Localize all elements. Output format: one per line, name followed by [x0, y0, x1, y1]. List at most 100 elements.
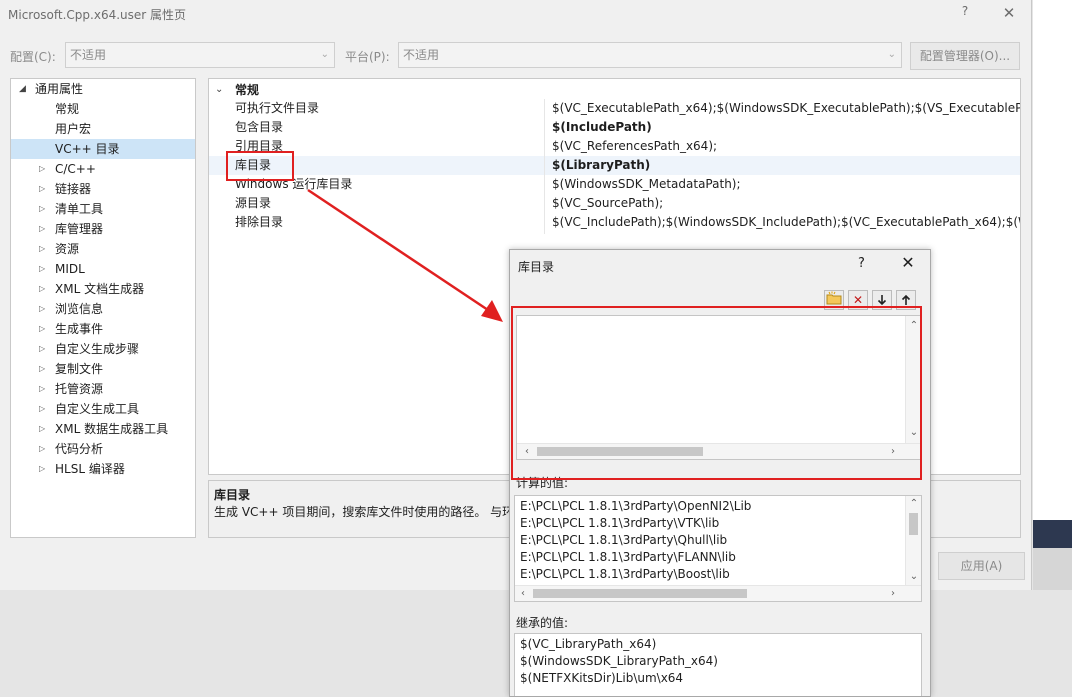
tree-item-label: 生成事件 [55, 322, 104, 336]
grid-column-divider[interactable] [544, 99, 545, 234]
expand-triangle-icon[interactable]: ▷ [39, 319, 45, 339]
tree-item[interactable]: ▷ 复制文件 [11, 359, 195, 379]
tree-item-label: 复制文件 [55, 362, 104, 376]
close-button[interactable]: ✕ [998, 3, 1020, 25]
platform-label: 平台(P): [345, 50, 390, 64]
tree-item[interactable]: 常规 [11, 99, 195, 119]
grid-row-value[interactable]: $(LibraryPath) [552, 156, 1020, 175]
inherited-values-label: 继承的值: [516, 616, 569, 630]
expand-triangle-icon[interactable]: ▷ [39, 419, 45, 439]
scrollbar-thumb[interactable] [909, 513, 918, 535]
tree-item[interactable]: ▷ XML 文档生成器 [11, 279, 195, 299]
tree-item[interactable]: ▷ 托管资源 [11, 379, 195, 399]
help-button[interactable]: ? [958, 4, 972, 22]
apply-button[interactable]: 应用(A) [938, 552, 1025, 580]
tree-item[interactable]: ▷ 自定义生成工具 [11, 399, 195, 419]
grid-row[interactable]: 源目录 $(VC_SourcePath); [209, 194, 1020, 213]
tree-item-label: HLSL 编译器 [55, 462, 125, 476]
scroll-up-icon[interactable]: ⌃ [906, 496, 922, 512]
tree-item-label: MIDL [55, 262, 85, 276]
tree-item-label: C/C++ [55, 162, 96, 176]
tree-item[interactable]: ▷ 清单工具 [11, 199, 195, 219]
expand-triangle-icon[interactable]: ▷ [39, 159, 45, 179]
tree-item[interactable]: ▷ 库管理器 [11, 219, 195, 239]
chevron-down-icon: ⌄ [320, 49, 329, 60]
expand-triangle-icon[interactable]: ▷ [39, 399, 45, 419]
inherited-values-list: $(VC_LibraryPath_x64) $(WindowsSDK_Librar… [514, 633, 922, 696]
computed-vertical-scrollbar[interactable]: ⌃ ⌄ [905, 496, 921, 585]
new-folder-icon [826, 291, 842, 305]
grid-row-name: 源目录 [235, 196, 272, 210]
expand-triangle-icon[interactable]: ▷ [39, 379, 45, 399]
chevron-down-icon: ⌄ [215, 84, 224, 95]
expand-triangle-icon[interactable]: ▷ [39, 439, 45, 459]
tree-item[interactable]: ▷ 链接器 [11, 179, 195, 199]
list-item: $(WindowsSDK_LibraryPath_x64) [520, 654, 718, 668]
grid-row[interactable]: 可执行文件目录 $(VC_ExecutablePath_x64);$(Window… [209, 99, 1020, 118]
dialog-close-button[interactable]: ✕ [898, 253, 918, 273]
tree-item[interactable]: ▷ HLSL 编译器 [11, 459, 195, 479]
dialog-help-button[interactable]: ? [858, 256, 865, 271]
expand-triangle-icon[interactable]: ▷ [39, 179, 45, 199]
grid-row-value[interactable]: $(VC_ExecutablePath_x64);$(WindowsSDK_Ex… [552, 99, 1020, 118]
tree-item[interactable]: ▷ 浏览信息 [11, 299, 195, 319]
annotation-highlight-box [511, 306, 922, 480]
grid-row[interactable]: 排除目录 $(VC_IncludePath);$(WindowsSDK_Inclu… [209, 213, 1020, 232]
expand-triangle-icon[interactable]: ▷ [39, 199, 45, 219]
background-panel [1033, 548, 1072, 590]
expand-triangle-icon[interactable]: ▷ [39, 459, 45, 479]
config-select[interactable]: 不适用 ⌄ [65, 42, 335, 68]
platform-select[interactable]: 不适用 ⌄ [398, 42, 902, 68]
grid-row-value[interactable]: $(VC_ReferencesPath_x64); [552, 137, 1020, 156]
grid-row-value[interactable]: $(VC_IncludePath);$(WindowsSDK_IncludePa… [552, 213, 1020, 232]
scroll-down-icon[interactable]: ⌄ [906, 569, 922, 585]
tree-item-label: 资源 [55, 242, 80, 256]
scroll-right-icon[interactable]: › [885, 586, 901, 602]
delete-icon: ✕ [852, 293, 864, 307]
tree-item[interactable]: ▷ 生成事件 [11, 319, 195, 339]
grid-row[interactable]: 引用目录 $(VC_ReferencesPath_x64); [209, 137, 1020, 156]
tree-item[interactable]: ▷ 自定义生成步骤 [11, 339, 195, 359]
grid-row-value[interactable]: $(IncludePath) [552, 118, 1020, 137]
tree-item-label: 清单工具 [55, 202, 104, 216]
list-item: E:\PCL\PCL 1.8.1\3rdParty\VTK\lib [520, 516, 720, 530]
grid-row[interactable]: 包含目录 $(IncludePath) [209, 118, 1020, 137]
list-item: $(NETFXKitsDir)Lib\um\x64 [520, 671, 684, 685]
tree-item[interactable]: ▷ 代码分析 [11, 439, 195, 459]
tree-item[interactable]: 用户宏 [11, 119, 195, 139]
tree-item[interactable]: ▷ C/C++ [11, 159, 195, 179]
list-item: E:\PCL\PCL 1.8.1\3rdParty\OpenNI2\Lib [520, 499, 752, 513]
tree-item[interactable]: VC++ 目录 [11, 139, 195, 159]
config-manager-button[interactable]: 配置管理器(O)... [910, 42, 1020, 70]
tree-item-label: 用户宏 [55, 122, 92, 136]
expand-triangle-icon[interactable]: ▷ [39, 359, 45, 379]
tree-item-label: 托管资源 [55, 382, 104, 396]
expand-triangle-icon[interactable]: ▷ [39, 299, 45, 319]
grid-row-value[interactable]: $(VC_SourcePath); [552, 194, 1020, 213]
tree-item-label: 常规 [55, 102, 80, 116]
expand-triangle-icon[interactable]: ▷ [39, 279, 45, 299]
computed-values-list: E:\PCL\PCL 1.8.1\3rdParty\OpenNI2\Lib E:\… [514, 495, 922, 602]
computed-horizontal-scrollbar[interactable]: ‹ › [515, 585, 921, 601]
window-title: Microsoft.Cpp.x64.user 属性页 [8, 8, 187, 22]
grid-row[interactable]: Windows 运行库目录 $(WindowsSDK_MetadataPath); [209, 175, 1020, 194]
tree-root-common-properties[interactable]: ◢ 通用属性 [11, 79, 195, 99]
grid-row-value[interactable]: $(WindowsSDK_MetadataPath); [552, 175, 1020, 194]
grid-row-name: 排除目录 [235, 215, 284, 229]
scrollbar-thumb[interactable] [533, 589, 747, 598]
scroll-left-icon[interactable]: ‹ [515, 586, 531, 602]
description-title: 库目录 [214, 488, 251, 502]
expand-triangle-icon[interactable]: ▷ [39, 259, 45, 279]
grid-category-general[interactable]: ⌄ 常规 [209, 80, 1020, 100]
tree-item[interactable]: ▷ XML 数据生成器工具 [11, 419, 195, 439]
tree-root-label: 通用属性 [35, 82, 84, 96]
annotation-highlight-box [226, 151, 294, 181]
expand-triangle-icon[interactable]: ▷ [39, 239, 45, 259]
tree-item[interactable]: ▷ 资源 [11, 239, 195, 259]
grid-row[interactable]: 库目录 $(LibraryPath) [209, 156, 1020, 175]
tree-item-label: VC++ 目录 [55, 142, 120, 156]
tree-item[interactable]: ▷ MIDL [11, 259, 195, 279]
expand-triangle-icon[interactable]: ▷ [39, 219, 45, 239]
expand-triangle-icon[interactable]: ▷ [39, 339, 45, 359]
config-select-value: 不适用 [70, 48, 107, 62]
